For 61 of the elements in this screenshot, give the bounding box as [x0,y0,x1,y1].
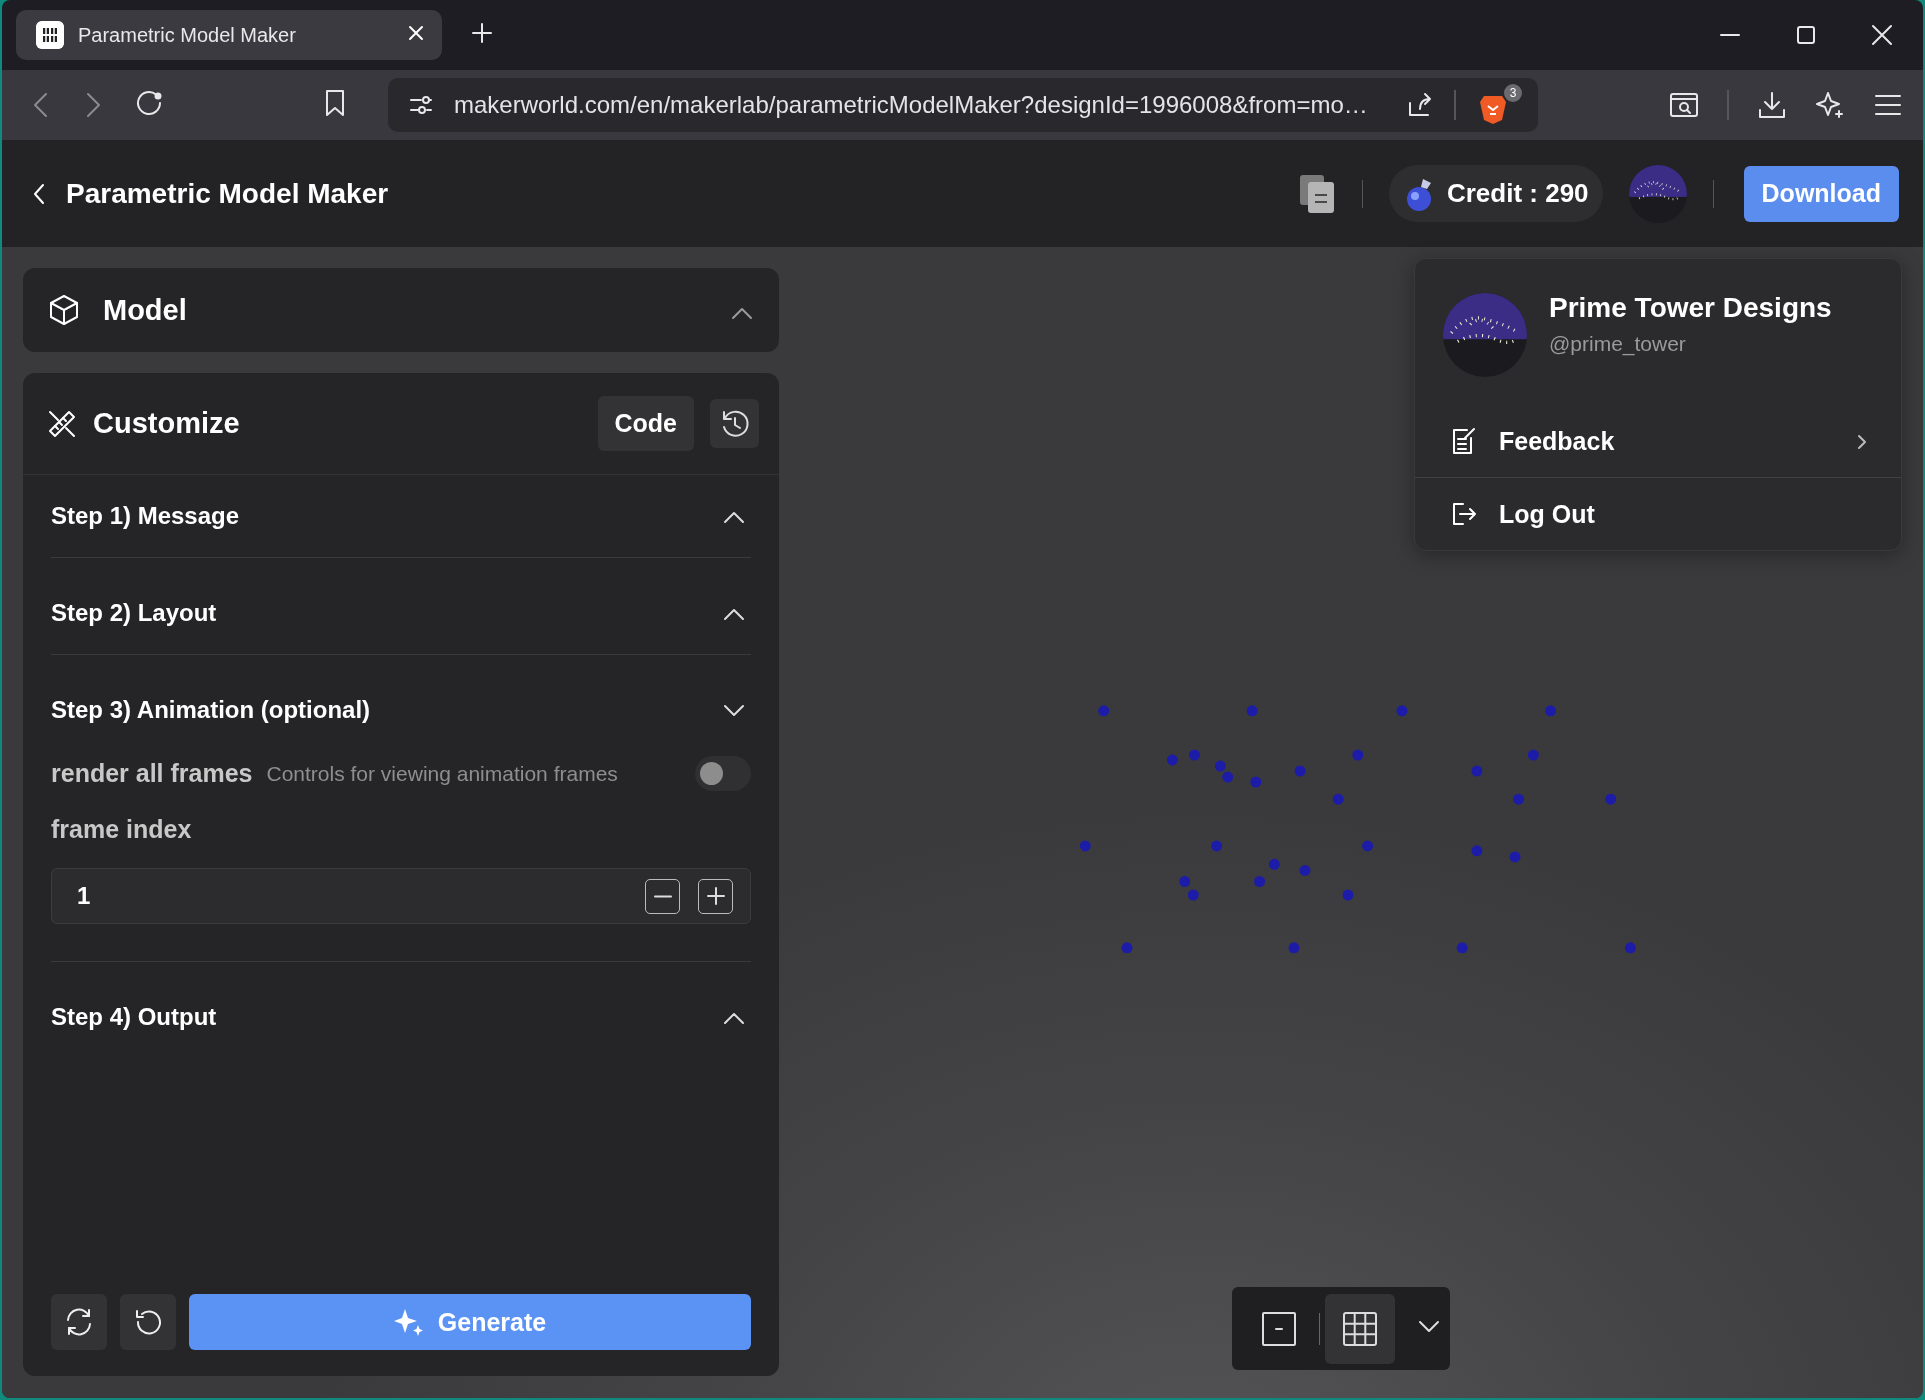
cube-icon [49,294,79,326]
frame-icon [1261,1310,1297,1347]
model-section[interactable]: Model [23,268,779,352]
grid-icon [1342,1310,1378,1347]
chevron-up-icon[interactable] [723,1011,745,1025]
param-description: Controls for viewing animation frames [266,761,618,786]
toggle-switch[interactable] [695,756,751,791]
copy-icon[interactable] [1297,172,1336,215]
share-icon[interactable] [1406,91,1434,119]
address-bar[interactable]: makerworld.com/en/makerlab/parametricModelMaker?designId=1996008&from=mo… 3 [388,78,1538,132]
sparkle-icon[interactable] [1815,90,1845,120]
menu-item[interactable]: Log Out [1415,477,1901,550]
refresh-button[interactable] [51,1294,107,1350]
history-button[interactable] [710,399,759,448]
user-name: Prime Tower Designs [1549,292,1832,324]
undo-icon [133,1307,163,1337]
step-title[interactable]: Step 3) Animation (optional) [51,696,371,724]
page-title: Parametric Model Maker [66,177,389,210]
browser-tab[interactable]: Parametric Model Maker [16,10,442,60]
download-icon[interactable] [1757,90,1787,120]
ruler-pencil-icon [47,408,77,439]
close-icon[interactable] [1871,24,1893,46]
url-text: makerworld.com/en/makerlab/parametricModelMaker?designId=1996008&from=mo… [454,91,1369,119]
chevron-up-icon[interactable] [731,305,753,320]
document-edit-icon [1451,426,1477,456]
number-field[interactable]: 1 [51,868,751,924]
undo-button[interactable] [120,1294,176,1350]
decrement-button[interactable] [645,878,680,914]
back-icon[interactable] [32,181,46,206]
tab-title: Parametric Model Maker [78,23,297,47]
new-tab-icon[interactable] [470,21,494,45]
chevron-up-icon[interactable] [723,607,745,621]
section-title: Model [103,293,187,327]
menu-item[interactable]: Feedback [1415,405,1901,477]
credit-badge[interactable]: Credit : 290 [1388,165,1603,222]
maximize-icon[interactable] [1796,25,1816,45]
step-title[interactable]: Step 2) Layout [51,599,217,627]
user-handle: @prime_tower [1549,332,1687,356]
chevron-right-icon [1857,433,1867,450]
exit-icon [1451,501,1477,527]
reader-icon[interactable] [1669,91,1699,119]
close-icon[interactable] [406,23,426,43]
caret-icon[interactable] [1418,1319,1440,1334]
plus-icon [705,886,726,906]
step-title[interactable]: Step 4) Output [51,1003,217,1031]
menu-icon[interactable] [1873,92,1903,118]
view-button[interactable] [1325,1293,1395,1364]
bookmark-icon[interactable] [324,88,346,118]
section-title: Customize [93,407,240,440]
increment-button[interactable] [698,878,733,914]
count-badge: 3 [1504,84,1522,102]
reload-icon[interactable] [134,88,164,118]
param-label: frame index [51,814,192,844]
site-logo-icon [36,21,64,49]
step-title[interactable]: Step 1) Message [51,502,240,530]
param-label: render all frames [51,759,253,788]
sparkle-icon [393,1307,424,1337]
code-button[interactable]: Code [597,396,694,451]
chevron-down-icon[interactable] [723,704,745,718]
chevron-up-icon[interactable] [723,510,745,524]
minus-icon [652,894,673,898]
